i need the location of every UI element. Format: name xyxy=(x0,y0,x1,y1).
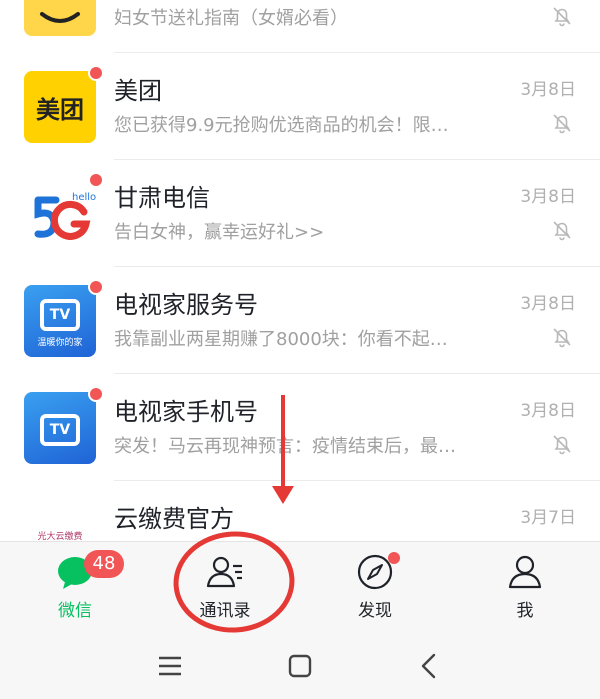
avatar: hello xyxy=(24,172,104,250)
person-icon xyxy=(508,555,542,589)
back-icon[interactable] xyxy=(412,648,448,684)
chat-name: 美团 xyxy=(114,77,162,105)
smiley-icon xyxy=(24,0,96,36)
chat-time: 3月8日 xyxy=(520,80,576,100)
svg-text:hello: hello xyxy=(72,192,96,203)
5g-hello-logo: hello xyxy=(24,178,96,250)
chat-preview: 突发！马云再现神预言：疫情结束后，最… xyxy=(114,436,456,457)
avatar xyxy=(24,0,96,36)
mute-bell-icon xyxy=(553,7,571,27)
bottom-tab-bar: 48 微信 通讯录 发现 我 xyxy=(0,541,600,634)
new-dot xyxy=(388,552,400,564)
tv-icon: TV xyxy=(40,414,80,446)
unread-dot xyxy=(88,172,104,188)
unread-dot xyxy=(88,65,104,81)
system-nav-bar xyxy=(0,634,600,699)
mute-bell-icon xyxy=(553,114,571,134)
chat-item-gansu-telecom[interactable]: hello 甘肃电信 3月8日 告白女神，赢幸运好礼>> xyxy=(0,160,600,267)
chat-time: 3月8日 xyxy=(520,187,576,207)
chat-preview: 妇女节送礼指南（女婿必看） xyxy=(114,8,348,29)
tab-discover[interactable]: 发现 xyxy=(300,542,450,635)
chat-preview: 您已获得9.9元抢购优选商品的机会！限… xyxy=(114,115,449,136)
chat-name: 电视家服务号 xyxy=(114,291,258,319)
chat-name: 电视家手机号 xyxy=(114,398,258,426)
chat-time: 3月8日 xyxy=(520,294,576,314)
tab-label: 我 xyxy=(516,601,534,621)
chat-item-top[interactable]: 妇女节送礼指南（女婿必看） xyxy=(0,0,600,53)
chat-item-yunjiaofei[interactable]: 光大云缴费 云缴费官方 3月7日 xyxy=(0,481,600,541)
menu-icon[interactable] xyxy=(152,648,188,684)
avatar: 光大云缴费 xyxy=(24,499,96,541)
tab-contacts[interactable]: 通讯录 xyxy=(150,542,300,635)
mute-bell-icon xyxy=(553,435,571,455)
chat-preview: 我靠副业两星期赚了8000块：你看不起… xyxy=(114,329,448,350)
mute-bell-icon xyxy=(553,328,571,348)
unread-count-badge: 48 xyxy=(84,550,124,578)
chat-time: 3月8日 xyxy=(520,401,576,421)
unread-dot xyxy=(88,279,104,295)
chat-item-tv-phone[interactable]: TV 电视家手机号 3月8日 突发！马云再现神预言：疫情结束后，最… xyxy=(0,374,600,481)
unread-dot xyxy=(88,386,104,402)
tab-label: 微信 xyxy=(58,601,92,621)
chat-preview: 告白女神，赢幸运好礼>> xyxy=(114,222,325,243)
tab-chats[interactable]: 48 微信 xyxy=(0,542,150,635)
yunjiaofei-logo: 光大云缴费 xyxy=(24,499,96,541)
contacts-icon xyxy=(206,556,242,588)
home-icon[interactable] xyxy=(282,648,318,684)
avatar: TV 温暖你的家 xyxy=(24,279,104,357)
tab-label: 通讯录 xyxy=(199,601,251,621)
tab-label: 发现 xyxy=(358,601,392,621)
tv-icon: TV xyxy=(40,298,80,331)
chat-item-meituan[interactable]: 美团 美团 3月8日 您已获得9.9元抢购优选商品的机会！限… xyxy=(0,53,600,160)
mute-bell-icon xyxy=(553,221,571,241)
avatar: TV xyxy=(24,386,104,464)
tv-logo: TV 温暖你的家 xyxy=(24,285,96,357)
tab-me[interactable]: 我 xyxy=(450,542,600,635)
avatar-caption: 温暖你的家 xyxy=(37,337,83,348)
chat-name: 云缴费官方 xyxy=(114,505,234,533)
meituan-logo: 美团 xyxy=(24,71,96,143)
chat-item-tv-service[interactable]: TV 温暖你的家 电视家服务号 3月8日 我靠副业两星期赚了8000块：你看不起… xyxy=(0,267,600,374)
avatar: 美团 xyxy=(24,65,104,143)
chat-time: 3月7日 xyxy=(520,508,576,528)
tv-logo: TV xyxy=(24,392,96,464)
chat-list: 妇女节送礼指南（女婿必看） 美团 美团 3月8日 您已获得9.9元抢购优选商品的… xyxy=(0,0,600,541)
chat-name: 甘肃电信 xyxy=(114,184,210,212)
